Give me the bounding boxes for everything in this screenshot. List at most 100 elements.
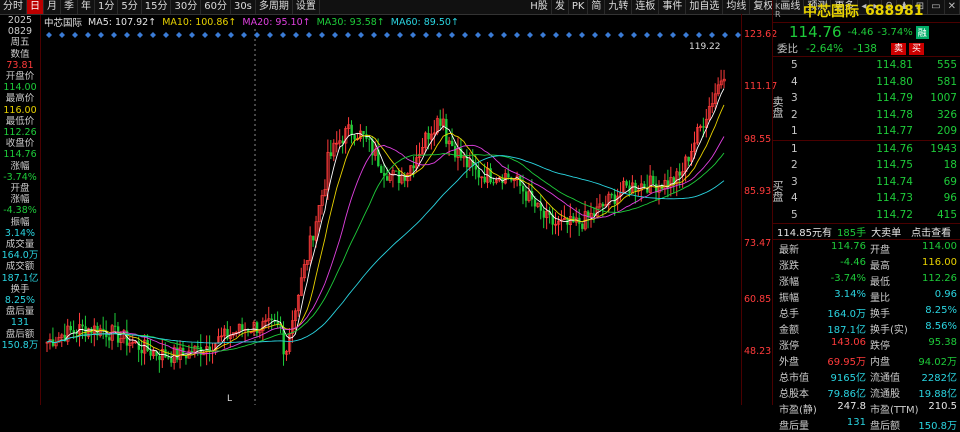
event-marker[interactable] <box>462 32 468 38</box>
toolbar-tool[interactable]: 发 <box>552 0 569 14</box>
event-marker[interactable] <box>46 32 52 38</box>
event-marker[interactable] <box>618 32 624 38</box>
event-marker[interactable] <box>137 32 143 38</box>
event-marker[interactable] <box>345 32 351 38</box>
period-tab[interactable]: 15分 <box>142 0 172 14</box>
toolbar-tool[interactable]: 加自选 <box>686 0 724 14</box>
period-tab[interactable]: 30分 <box>171 0 202 14</box>
order-book-row[interactable]: 3 114.74 69 <box>785 174 960 191</box>
event-marker[interactable] <box>475 32 481 38</box>
period-tab[interactable]: 30s <box>231 0 256 14</box>
event-marker[interactable] <box>228 32 234 38</box>
sell-button[interactable]: 卖 <box>891 42 907 55</box>
event-marker[interactable] <box>501 32 507 38</box>
event-marker[interactable] <box>254 32 260 38</box>
period-tab[interactable]: 设置 <box>293 0 320 14</box>
event-marker[interactable] <box>358 32 364 38</box>
event-marker[interactable] <box>306 32 312 38</box>
event-marker[interactable] <box>189 32 195 38</box>
event-marker[interactable] <box>696 32 702 38</box>
period-tab[interactable]: 年 <box>78 0 95 14</box>
event-marker[interactable] <box>579 32 585 38</box>
event-marker[interactable] <box>527 32 533 38</box>
event-marker[interactable] <box>163 32 169 38</box>
event-marker[interactable] <box>605 32 611 38</box>
period-tab[interactable]: 1分 <box>95 0 119 14</box>
period-tab[interactable]: 多周期 <box>256 0 293 14</box>
order-book-row[interactable]: 3 114.79 1007 <box>785 90 960 107</box>
order-book-row[interactable]: 5 114.72 415 <box>785 207 960 224</box>
order-book-row[interactable]: 2 114.75 18 <box>785 157 960 174</box>
toolbar-tool[interactable]: 简 <box>588 0 606 14</box>
event-marker[interactable] <box>150 32 156 38</box>
order-book-row[interactable]: 2 114.78 326 <box>785 107 960 124</box>
big-order-bar[interactable]: 114.85元有 185手 大卖单 点击查看 <box>773 224 960 240</box>
period-tab[interactable]: 分时 <box>0 0 27 14</box>
event-marker[interactable] <box>657 32 663 38</box>
event-marker[interactable] <box>59 32 65 38</box>
big-order-view-link[interactable]: 点击查看 <box>911 224 951 239</box>
event-marker[interactable] <box>176 32 182 38</box>
buy-button[interactable]: 买 <box>909 42 925 55</box>
event-marker[interactable] <box>384 32 390 38</box>
toolbar-tool[interactable]: 均线 <box>723 0 751 14</box>
candle-body <box>678 171 682 176</box>
event-marker[interactable] <box>72 32 78 38</box>
stat-cell: 外盘 69.95万 <box>779 353 870 368</box>
order-book-row[interactable]: 5 114.81 555 <box>785 57 960 74</box>
event-marker[interactable] <box>332 32 338 38</box>
toolbar-tool[interactable]: H股 <box>527 0 552 14</box>
event-marker[interactable] <box>293 32 299 38</box>
event-marker[interactable] <box>683 32 689 38</box>
kr-mark: K R <box>775 2 781 19</box>
stat-row: 总股本 79.86亿 流通股 19.88亿 <box>779 384 960 400</box>
period-tab[interactable]: 日 <box>27 0 44 14</box>
order-book-row[interactable]: 4 114.80 581 <box>785 74 960 91</box>
toolbar-tool[interactable]: 连板 <box>632 0 660 14</box>
event-marker[interactable] <box>722 32 728 38</box>
event-marker[interactable] <box>397 32 403 38</box>
event-marker[interactable] <box>410 32 416 38</box>
kline-chart[interactable]: 119.22 L <box>41 29 741 405</box>
toolbar-tool[interactable]: 事件 <box>659 0 687 14</box>
event-marker[interactable] <box>553 32 559 38</box>
event-marker[interactable] <box>592 32 598 38</box>
axis-tick-label: 85.93 <box>744 186 772 197</box>
event-marker[interactable] <box>371 32 377 38</box>
event-marker[interactable] <box>709 32 715 38</box>
order-book-row[interactable]: 1 114.77 209 <box>785 123 960 140</box>
period-tab[interactable]: 季 <box>61 0 78 14</box>
event-marker[interactable] <box>319 32 325 38</box>
level-index: 2 <box>791 108 798 121</box>
stat-cell: 涨停 143.06 <box>779 337 870 352</box>
event-marker[interactable] <box>436 32 442 38</box>
order-book-row[interactable]: 4 114.73 96 <box>785 190 960 207</box>
event-marker[interactable] <box>423 32 429 38</box>
event-marker[interactable] <box>98 32 104 38</box>
toolbar-tool[interactable]: PK <box>569 0 589 14</box>
event-marker[interactable] <box>540 32 546 38</box>
event-marker[interactable] <box>631 32 637 38</box>
event-marker[interactable] <box>449 32 455 38</box>
event-marker[interactable] <box>85 32 91 38</box>
data-panel-item: 114.76 <box>3 149 37 161</box>
event-marker[interactable] <box>488 32 494 38</box>
event-marker[interactable] <box>644 32 650 38</box>
period-tab[interactable]: 60分 <box>201 0 231 14</box>
order-book-row[interactable]: 1 114.76 1943 <box>785 141 960 158</box>
event-marker[interactable] <box>202 32 208 38</box>
event-marker[interactable] <box>280 32 286 38</box>
event-marker[interactable] <box>514 32 520 38</box>
event-marker[interactable] <box>124 32 130 38</box>
period-tab[interactable]: 月 <box>44 0 61 14</box>
candle-body <box>114 325 117 327</box>
ma20-line <box>46 136 725 355</box>
event-marker[interactable] <box>267 32 273 38</box>
event-marker[interactable] <box>241 32 247 38</box>
period-tab[interactable]: 5分 <box>118 0 142 14</box>
toolbar-tool[interactable]: 九转 <box>605 0 633 14</box>
event-marker[interactable] <box>566 32 572 38</box>
event-marker[interactable] <box>215 32 221 38</box>
event-marker[interactable] <box>111 32 117 38</box>
event-marker[interactable] <box>670 32 676 38</box>
